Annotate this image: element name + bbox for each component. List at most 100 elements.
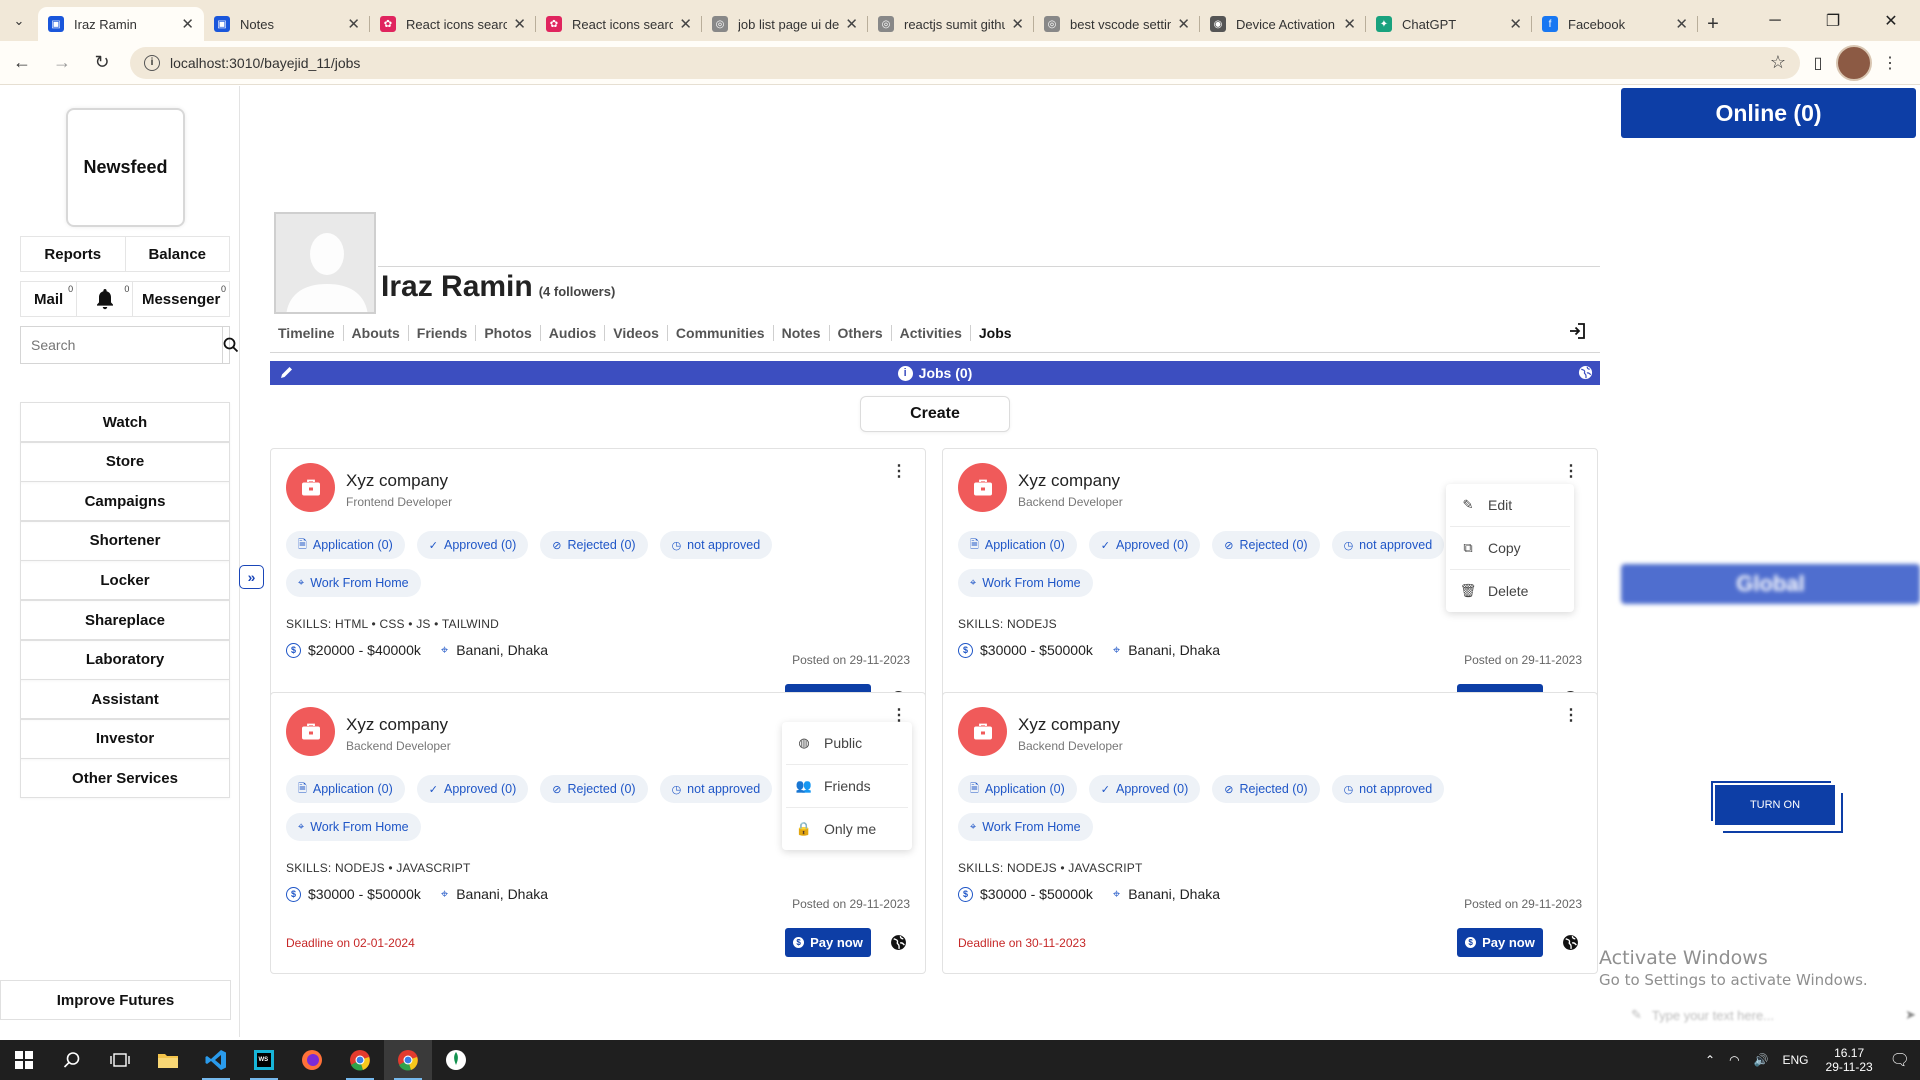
status-chip[interactable]: ⊘ Rejected (0): [540, 775, 648, 803]
global-header[interactable]: Global: [1621, 564, 1920, 604]
company-name[interactable]: Xyz company: [1018, 715, 1120, 735]
minimize-button[interactable]: ─: [1746, 0, 1804, 41]
online-header[interactable]: Online (0): [1621, 88, 1916, 138]
close-tab-icon[interactable]: ✕: [513, 15, 526, 33]
sidebar-item-shortener[interactable]: Shortener: [20, 520, 230, 561]
language-indicator[interactable]: ENG: [1783, 1053, 1809, 1067]
status-chip[interactable]: ✓ Approved (0): [416, 775, 529, 803]
status-chip[interactable]: ⌖ Work From Home: [958, 569, 1093, 597]
profile-avatar[interactable]: [1836, 44, 1872, 81]
card-menu-button[interactable]: ⋮: [891, 464, 907, 480]
notifications-button[interactable]: 0: [77, 282, 134, 316]
create-job-button[interactable]: Create: [860, 396, 1010, 432]
vscode-button[interactable]: [192, 1040, 240, 1080]
browser-tab[interactable]: ✿ React icons search ✕: [536, 7, 702, 41]
firefox-button[interactable]: [288, 1040, 336, 1080]
sidebar-item-shareplace[interactable]: Shareplace: [20, 600, 230, 640]
status-chip[interactable]: 🗎 Application (0): [286, 531, 405, 559]
taskbar-search-button[interactable]: [48, 1040, 96, 1080]
balance-button[interactable]: Balance: [126, 237, 230, 271]
sidebar-item-laboratory[interactable]: Laboratory: [20, 639, 230, 680]
company-name[interactable]: Xyz company: [1018, 471, 1120, 491]
url-text[interactable]: localhost:3010/bayejid_11/jobs: [170, 55, 1770, 71]
close-tab-icon[interactable]: ✕: [347, 15, 360, 33]
status-chip[interactable]: ✓ Approved (0): [1088, 775, 1201, 803]
status-chip[interactable]: ⌖ Work From Home: [286, 813, 421, 841]
tab-communities[interactable]: Communities: [668, 325, 774, 341]
menu-item-edit[interactable]: ✎ Edit: [1446, 484, 1574, 526]
close-tab-icon[interactable]: ✕: [1011, 15, 1024, 33]
volume-icon[interactable]: 🔊: [1754, 1053, 1769, 1067]
show-hidden-icons-icon[interactable]: ⌃: [1705, 1053, 1715, 1067]
mail-button[interactable]: Mail 0: [21, 282, 78, 316]
tab-friends[interactable]: Friends: [409, 325, 477, 341]
site-info-icon[interactable]: i: [144, 54, 160, 71]
messenger-button[interactable]: Messenger 0: [133, 282, 229, 316]
status-chip[interactable]: 🗎 Application (0): [958, 775, 1077, 803]
pay-now-button[interactable]: $ Pay now: [1457, 928, 1543, 957]
browser-tab[interactable]: ◎ reactjs sumit githu ✕: [868, 7, 1034, 41]
browser-tab[interactable]: ◎ job list page ui de ✕: [702, 7, 868, 41]
sidebar-item-campaigns[interactable]: Campaigns: [20, 481, 230, 522]
close-tab-icon[interactable]: ✕: [1509, 15, 1522, 33]
status-chip[interactable]: ⊘ Rejected (0): [1212, 775, 1320, 803]
wifi-icon[interactable]: ◠: [1729, 1053, 1739, 1067]
close-tab-icon[interactable]: ✕: [1177, 15, 1190, 33]
visibility-button[interactable]: [1562, 934, 1579, 956]
followers-count[interactable]: (4 followers): [539, 284, 616, 299]
tab-activities[interactable]: Activities: [892, 325, 971, 341]
tab-abouts[interactable]: Abouts: [344, 325, 409, 341]
chat-input[interactable]: ✎ Type your text here... ➤: [1631, 1000, 1916, 1030]
status-chip[interactable]: ◷ not approved: [1331, 775, 1445, 803]
status-chip[interactable]: 🗎 Application (0): [286, 775, 405, 803]
tab-jobs[interactable]: Jobs: [971, 325, 1020, 341]
mongodb-button[interactable]: [432, 1040, 480, 1080]
tab-audios[interactable]: Audios: [541, 325, 606, 341]
sidebar-item-locker[interactable]: Locker: [20, 560, 230, 601]
status-chip[interactable]: ◷ not approved: [1331, 531, 1445, 559]
browser-tab[interactable]: ◎ best vscode settin ✕: [1034, 7, 1200, 41]
tab-videos[interactable]: Videos: [605, 325, 668, 341]
chrome-button[interactable]: [336, 1040, 384, 1080]
clock[interactable]: 16.17 29-11-23: [1826, 1046, 1873, 1074]
webstorm-button[interactable]: WS: [240, 1040, 288, 1080]
search-button[interactable]: [222, 327, 239, 363]
status-chip[interactable]: ⊘ Rejected (0): [540, 531, 648, 559]
tab-photos[interactable]: Photos: [476, 325, 541, 341]
status-chip[interactable]: ⌖ Work From Home: [286, 569, 421, 597]
restore-button[interactable]: ❐: [1804, 0, 1862, 41]
edit-jobs-button[interactable]: [279, 365, 294, 383]
status-chip[interactable]: 🗎 Application (0): [958, 531, 1077, 559]
profile-picture[interactable]: [274, 212, 376, 314]
tab-notes[interactable]: Notes: [774, 325, 830, 341]
browser-tab[interactable]: ✿ React icons search ✕: [370, 7, 536, 41]
status-chip[interactable]: ◷ not approved: [659, 775, 773, 803]
browser-tab[interactable]: ▣ Notes ✕: [204, 7, 370, 41]
company-name[interactable]: Xyz company: [346, 471, 448, 491]
sidebar-item-store[interactable]: Store: [20, 441, 230, 482]
notification-center-icon[interactable]: 🗨: [1890, 1050, 1910, 1070]
sidebar-item-assistant[interactable]: Assistant: [20, 679, 230, 720]
privacy-option-only-me[interactable]: 🔒 Only me: [782, 808, 912, 850]
close-window-button[interactable]: ✕: [1862, 0, 1920, 41]
privacy-option-friends[interactable]: 👥 Friends: [782, 765, 912, 807]
close-tab-icon[interactable]: ✕: [1343, 15, 1356, 33]
pay-now-button[interactable]: $ Pay now: [785, 928, 871, 957]
sidebar-item-investor[interactable]: Investor: [20, 718, 230, 759]
sidebar-search-input[interactable]: [21, 327, 222, 363]
card-menu-button[interactable]: ⋮: [1563, 464, 1579, 480]
status-chip[interactable]: ◷ not approved: [659, 531, 773, 559]
forward-button[interactable]: →: [44, 45, 80, 81]
company-name[interactable]: Xyz company: [346, 715, 448, 735]
reports-button[interactable]: Reports: [21, 237, 126, 271]
side-panel-icon[interactable]: ▯: [1800, 45, 1836, 81]
turn-on-button[interactable]: TURN ON: [1715, 785, 1835, 825]
privacy-option-public[interactable]: ◍ Public: [782, 722, 912, 764]
improve-futures-button[interactable]: Improve Futures: [0, 980, 231, 1020]
close-tab-icon[interactable]: ✕: [679, 15, 692, 33]
browser-menu-icon[interactable]: ⋮: [1872, 45, 1908, 81]
status-chip[interactable]: ⌖ Work From Home: [958, 813, 1093, 841]
sidebar-item-other-services[interactable]: Other Services: [20, 758, 230, 799]
bookmark-star-icon[interactable]: ☆: [1770, 52, 1786, 73]
url-bar[interactable]: i localhost:3010/bayejid_11/jobs ☆: [130, 46, 1800, 79]
